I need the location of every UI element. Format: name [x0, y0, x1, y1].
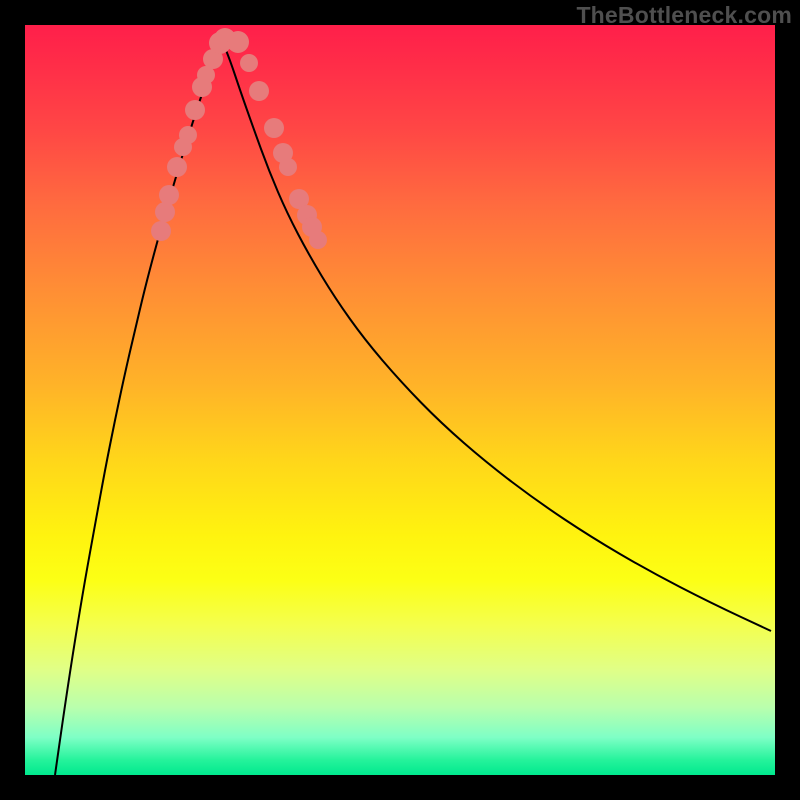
marker-dot: [179, 126, 197, 144]
marker-dot: [151, 221, 171, 241]
marker-dot: [249, 81, 269, 101]
chart-root: TheBottleneck.com: [0, 0, 800, 800]
curve-layer: [25, 25, 775, 775]
marker-dot: [309, 231, 327, 249]
marker-dot: [167, 157, 187, 177]
curve-left-branch: [55, 38, 221, 775]
curve-right-branch: [221, 38, 771, 631]
marker-dot: [279, 158, 297, 176]
marker-dot: [155, 202, 175, 222]
marker-dot: [240, 54, 258, 72]
marker-dot: [264, 118, 284, 138]
marker-dot: [185, 100, 205, 120]
marker-dot: [159, 185, 179, 205]
sample-markers: [151, 28, 327, 249]
marker-dot: [227, 31, 249, 53]
plot-area: [25, 25, 775, 775]
watermark-label: TheBottleneck.com: [576, 2, 792, 29]
